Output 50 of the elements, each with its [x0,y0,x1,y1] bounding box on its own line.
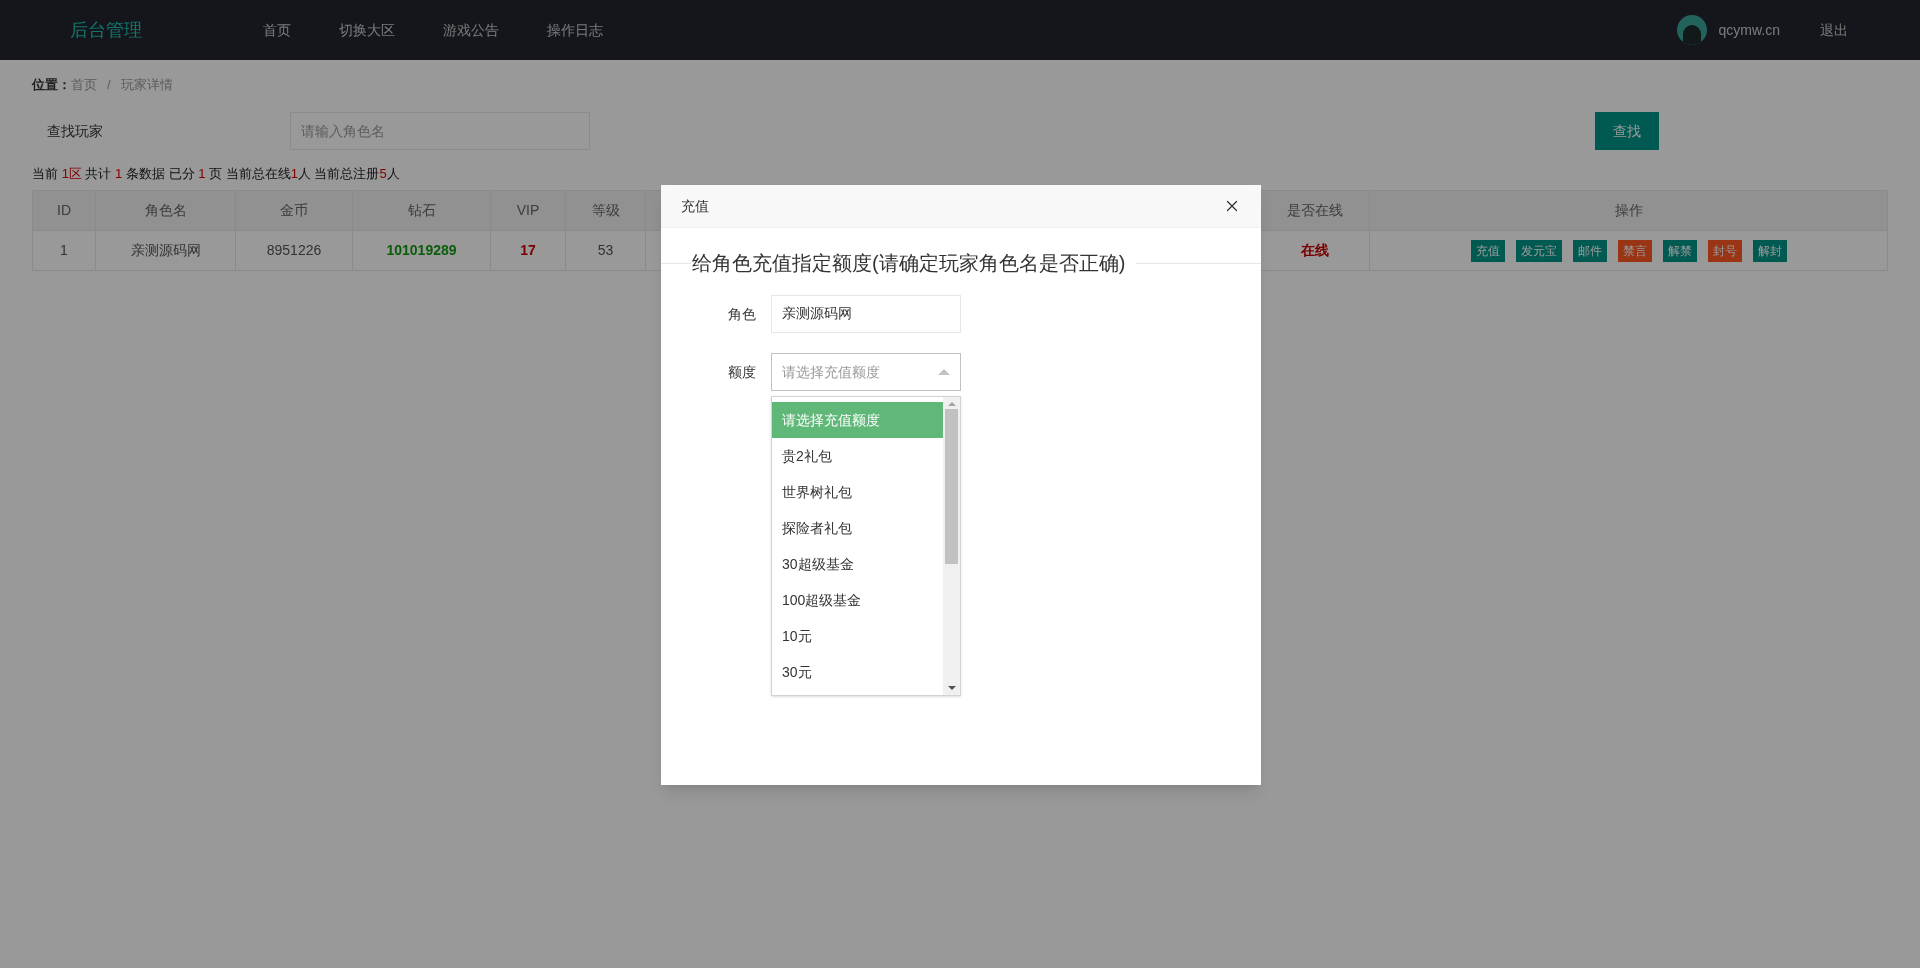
field-label: 额度 [727,363,757,382]
avatar-icon [1676,15,1707,45]
nav-link[interactable]: 切换大区 [319,19,415,41]
fieldset-legend: 给角色充值指定额度(请确定玩家角色名是否正确) [691,248,1127,278]
table-cell: 101019289 [352,230,491,271]
dropdown-option[interactable]: 30元 [772,654,943,690]
action-button[interactable]: 解封 [1752,239,1787,262]
dropdown-option[interactable]: 10元 [772,618,943,654]
column-header: ID [32,190,96,231]
breadcrumb-separator: / [107,76,111,95]
logout-link[interactable]: 退出 [1820,19,1848,41]
dropdown-option[interactable]: 30超级基金 [772,546,943,582]
nav-link[interactable]: 首页 [243,19,311,41]
dropdown-option[interactable]: 贵2礼包 [772,438,943,474]
dropdown-option[interactable]: 世界树礼包 [772,474,943,510]
username-link[interactable]: qcymw.cn [1718,19,1780,41]
column-header: 金币 [235,190,353,231]
field-label: 角色 [727,304,757,324]
table-cell: 17 [490,230,566,271]
action-button[interactable]: 禁言 [1617,239,1652,262]
summary-text: 当前 1区 共计 1 条数据 已分 1 页 当前总在线1人 当前总注册5人 [32,166,400,181]
column-header: 钻石 [352,190,491,231]
dropdown-option[interactable]: 100超级基金 [772,582,943,618]
caret-icon [938,369,950,375]
breadcrumb-link[interactable]: 玩家详情 [120,75,173,95]
table-cell: 1 [32,230,96,271]
column-header: VIP [490,190,566,231]
nav-link[interactable]: 操作日志 [527,19,623,41]
column-header: 角色名 [95,190,236,231]
amount-select[interactable]: 请选择充值额度 [771,353,961,391]
search-label: 查找玩家 [46,121,104,141]
table-cell: 亲测源码网 [95,230,236,271]
search-field[interactable]: 请输入角色名 [290,112,590,150]
table-cell: 53 [565,230,646,271]
action-button[interactable]: 邮件 [1572,239,1607,262]
action-button[interactable]: 充值 [1470,239,1505,262]
search-button[interactable]: 查找 [1595,112,1659,150]
column-header: 等级 [565,190,646,231]
action-button[interactable]: 发元宝 [1515,239,1562,262]
role-input[interactable]: 亲测源码网 [771,295,961,333]
column-header: 操作 [1369,190,1888,231]
dialog-title: 充值 [681,196,709,216]
breadcrumb-label: 位置： [32,76,71,95]
dropdown-option[interactable]: 探险者礼包 [772,510,943,546]
nav-link[interactable]: 游戏公告 [423,19,519,41]
action-button[interactable]: 封号 [1707,239,1742,262]
dropdown-option[interactable]: 请选择充值额度 [772,402,943,438]
logo-text: 后台管理 [70,18,143,42]
action-button[interactable]: 解禁 [1662,239,1697,262]
table-cell: 8951226 [235,230,353,271]
